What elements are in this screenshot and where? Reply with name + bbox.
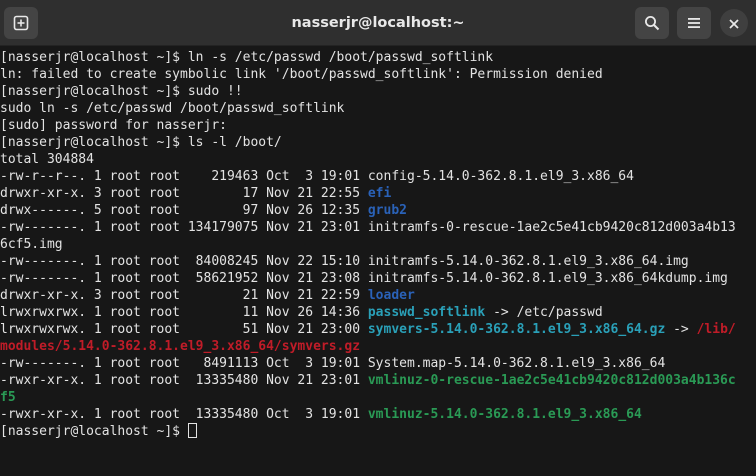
terminal-line: -rw-------. 1 root root 84008245 Nov 22 … [0, 253, 736, 270]
ls-link-name: passwd_softlink [367, 305, 486, 320]
terminal-text: -rw-r--r--. 1 root root 219463 Oct 3 19:… [0, 169, 634, 184]
search-icon [644, 15, 660, 31]
ls-dir-name: loader [367, 288, 415, 303]
ls-link-name: symvers-5.14.0-362.8.1.el9_3.x86_64.gz [367, 322, 666, 337]
terminal-text: -rw-------. 1 root root 84008245 Nov 22 … [0, 254, 689, 269]
terminal-lines: [nasserjr@localhost ~]$ ln -s /etc/passw… [0, 49, 736, 440]
terminal-text: -rwxr-xr-x. 1 root root 13335480 Oct 3 1… [0, 407, 368, 422]
terminal-line: -rwxr-xr-x. 1 root root 13335480 Nov 21 … [0, 372, 736, 389]
ls-broken-name: modules/5.14.0-362.8.1.el9_3.x86_64/symv… [0, 339, 361, 354]
terminal-line: drwx------. 5 root root 97 Nov 26 12:35 … [0, 202, 736, 219]
terminal-line: -rw-------. 1 root root 58621952 Nov 21 … [0, 270, 736, 287]
terminal-cursor [187, 423, 197, 438]
terminal-line: -rw-------. 1 root root 134179075 Nov 21… [0, 219, 736, 236]
terminal-line: modules/5.14.0-362.8.1.el9_3.x86_64/symv… [0, 338, 736, 355]
terminal-text: [nasserjr@localhost ~]$ ls -l /boot/ [0, 135, 282, 150]
terminal-line: total 304884 [0, 151, 736, 168]
terminal-line: f5 [0, 389, 736, 406]
terminal-text: [nasserjr@localhost ~]$ ln -s /etc/passw… [0, 50, 494, 65]
terminal-line: [nasserjr@localhost ~]$ [0, 423, 736, 440]
terminal-line: -rwxr-xr-x. 1 root root 13335480 Oct 3 1… [0, 406, 736, 423]
close-icon [729, 14, 739, 33]
terminal-line: lrwxrwxrwx. 1 root root 11 Nov 26 14:36 … [0, 304, 736, 321]
terminal-line: drwxr-xr-x. 3 root root 21 Nov 21 22:59 … [0, 287, 736, 304]
terminal-line: -rw-r--r--. 1 root root 219463 Oct 3 19:… [0, 168, 736, 185]
terminal-text: [nasserjr@localhost ~]$ sudo !! [0, 84, 243, 99]
terminal-text: [nasserjr@localhost ~]$ [0, 424, 188, 439]
terminal-text: -rw-------. 1 root root 8491113 Oct 3 19… [0, 356, 666, 371]
terminal-window: nasserjr@localhost:~ [nasserjr@localhost… [0, 0, 756, 476]
terminal-text: -rw-------. 1 root root 58621952 Nov 21 … [0, 271, 728, 286]
terminal-text: ln: failed to create symbolic link '/boo… [0, 67, 603, 82]
ls-exec-name: vmlinuz-0-rescue-1ae2c5e41cb9420c812d003… [367, 373, 736, 388]
ls-exec-name: f5 [0, 390, 16, 405]
terminal-line: [nasserjr@localhost ~]$ sudo !! [0, 83, 736, 100]
terminal-line: [nasserjr@localhost ~]$ ls -l /boot/ [0, 134, 736, 151]
terminal-text: total 304884 [0, 152, 94, 167]
terminal-text: -rw-------. 1 root root 134179075 Nov 21… [0, 220, 736, 235]
terminal-text: -> /etc/passwd [485, 305, 603, 320]
terminal-line: [sudo] password for nasserjr: [0, 117, 736, 134]
menu-button[interactable] [677, 7, 711, 39]
terminal-text: 6cf5.img [0, 237, 63, 252]
terminal-line: ln: failed to create symbolic link '/boo… [0, 66, 736, 83]
ls-dir-name: efi [367, 186, 392, 201]
terminal-text: -> [665, 322, 697, 337]
terminal-text: drwxr-xr-x. 3 root root 17 Nov 21 22:55 [0, 186, 368, 201]
terminal-line: -rw-------. 1 root root 8491113 Oct 3 19… [0, 355, 736, 372]
ls-dir-name: grub2 [367, 203, 407, 218]
terminal-line: lrwxrwxrwx. 1 root root 51 Nov 21 23:00 … [0, 321, 736, 338]
terminal-output[interactable]: [nasserjr@localhost ~]$ ln -s /etc/passw… [0, 47, 756, 476]
terminal-line: [nasserjr@localhost ~]$ ln -s /etc/passw… [0, 49, 736, 66]
ls-broken-name: /lib/ [696, 322, 736, 337]
close-button[interactable] [720, 9, 748, 37]
search-button[interactable] [635, 7, 669, 39]
terminal-line: 6cf5.img [0, 236, 736, 253]
terminal-text: [sudo] password for nasserjr: [0, 118, 227, 133]
terminal-text: lrwxrwxrwx. 1 root root 11 Nov 26 14:36 [0, 305, 368, 320]
terminal-text: drwx------. 5 root root 97 Nov 26 12:35 [0, 203, 368, 218]
menu-icon [687, 16, 701, 30]
terminal-text: lrwxrwxrwx. 1 root root 51 Nov 21 23:00 [0, 322, 368, 337]
terminal-line: sudo ln -s /etc/passwd /boot/passwd_soft… [0, 100, 736, 117]
terminal-line: drwxr-xr-x. 3 root root 17 Nov 21 22:55 … [0, 185, 736, 202]
title-bar: nasserjr@localhost:~ [0, 0, 756, 46]
ls-exec-name: vmlinuz-5.14.0-362.8.1.el9_3.x86_64 [367, 407, 642, 422]
terminal-text: -rwxr-xr-x. 1 root root 13335480 Nov 21 … [0, 373, 368, 388]
terminal-text: drwxr-xr-x. 3 root root 21 Nov 21 22:59 [0, 288, 368, 303]
terminal-text: sudo ln -s /etc/passwd /boot/passwd_soft… [0, 101, 345, 116]
